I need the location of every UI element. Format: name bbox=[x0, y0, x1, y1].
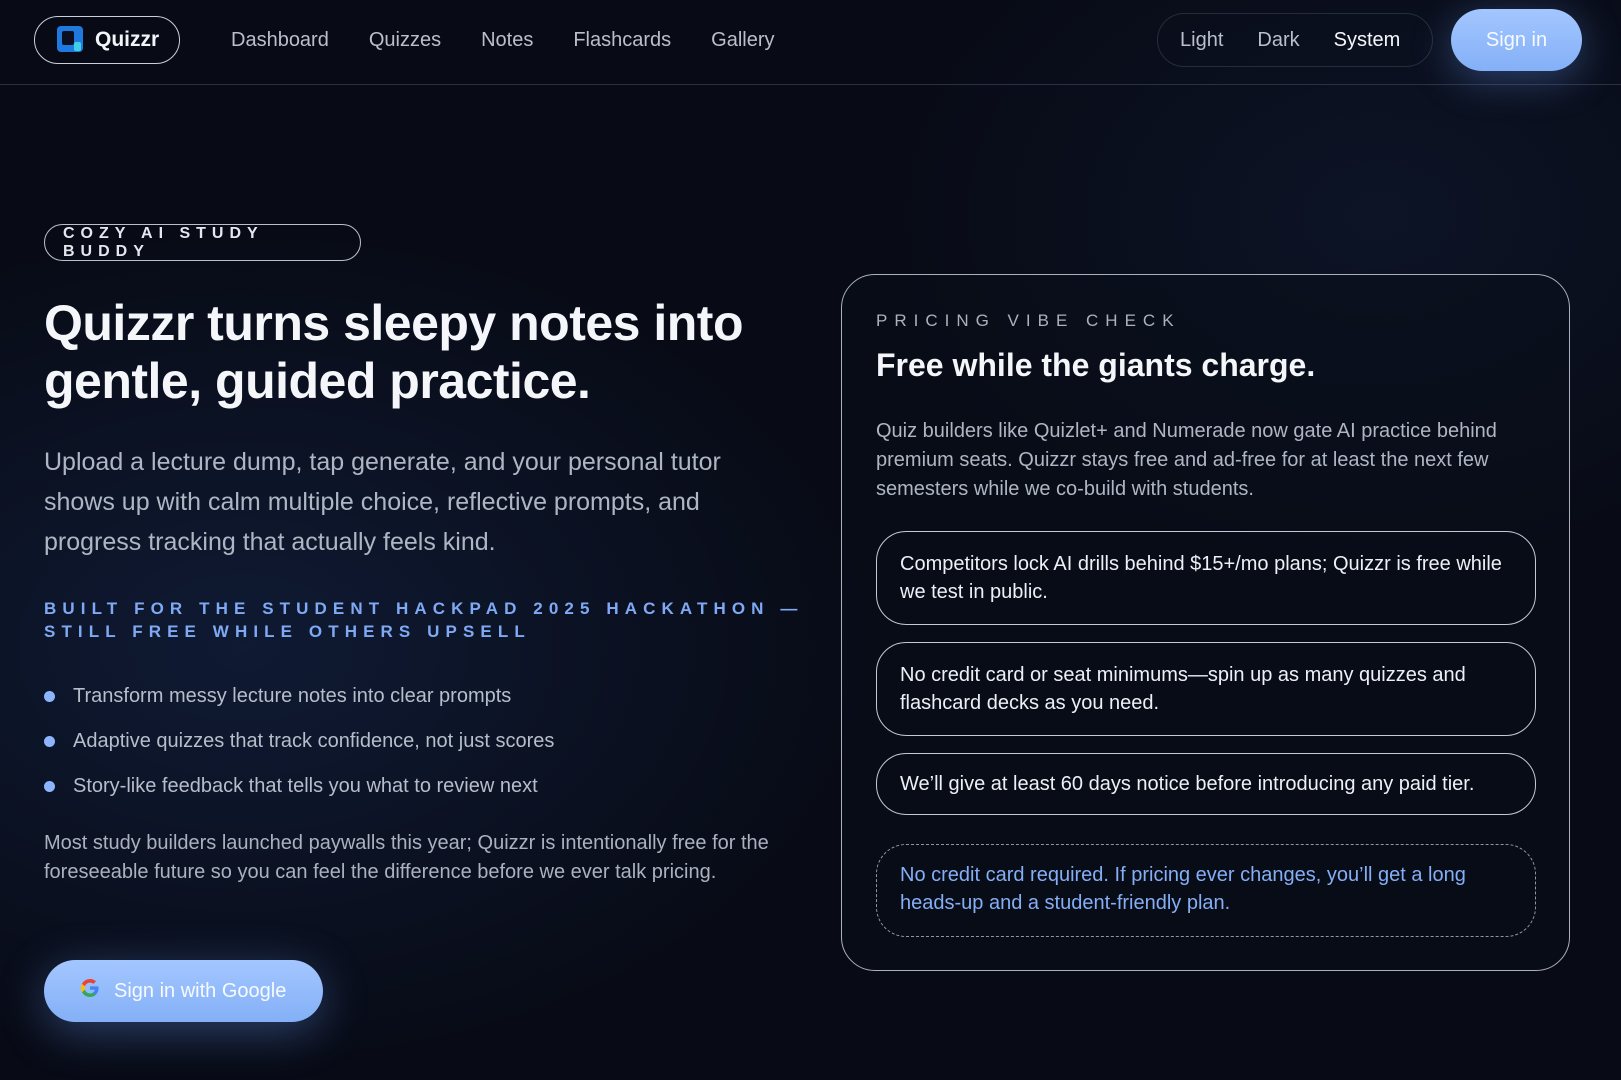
hero-badge: COZY AI STUDY BUDDY bbox=[44, 224, 361, 261]
pricing-point: Competitors lock AI drills behind $15+/m… bbox=[876, 531, 1536, 625]
pricing-description: Quiz builders like Quizlet+ and Numerade… bbox=[876, 420, 1497, 500]
google-sign-in-label: Sign in with Google bbox=[114, 979, 287, 1002]
pricing-note: No credit card required. If pricing ever… bbox=[876, 844, 1536, 937]
nav-link-dashboard[interactable]: Dashboard bbox=[231, 25, 329, 55]
hero-subtitle: Upload a lecture dump, tap generate, and… bbox=[44, 448, 721, 556]
brand-name: Quizzr bbox=[95, 28, 160, 51]
nav-link-quizzes[interactable]: Quizzes bbox=[369, 25, 441, 55]
feature-text: Story-like feedback that tells you what … bbox=[73, 775, 538, 797]
google-g-icon bbox=[80, 978, 100, 1004]
feature-text: Transform messy lecture notes into clear… bbox=[73, 685, 512, 707]
feature-list: Transform messy lecture notes into clear… bbox=[44, 674, 554, 809]
feature-item: Adaptive quizzes that track confidence, … bbox=[44, 719, 554, 764]
hero-footnote: Most study builders launched paywalls th… bbox=[44, 832, 769, 883]
hackathon-tagline: BUILT FOR THE STUDENT HACKPAD 2025 HACKA… bbox=[44, 599, 804, 641]
pricing-title: Free while the giants charge. bbox=[876, 347, 1316, 383]
pricing-points: Competitors lock AI drills behind $15+/m… bbox=[876, 531, 1536, 832]
bullet-dot-icon bbox=[44, 691, 55, 702]
quizzr-logo-icon bbox=[57, 26, 83, 54]
theme-option-dark[interactable]: Dark bbox=[1257, 29, 1299, 52]
nav-link-flashcards[interactable]: Flashcards bbox=[573, 25, 671, 55]
nav-link-notes[interactable]: Notes bbox=[481, 25, 533, 55]
feature-text: Adaptive quizzes that track confidence, … bbox=[73, 730, 555, 752]
nav-link-gallery[interactable]: Gallery bbox=[711, 25, 774, 55]
brand-logo-button[interactable]: Quizzr bbox=[34, 16, 180, 64]
theme-option-light[interactable]: Light bbox=[1180, 29, 1223, 52]
pricing-eyebrow: PRICING VIBE CHECK bbox=[876, 311, 1181, 330]
feature-item: Transform messy lecture notes into clear… bbox=[44, 674, 554, 719]
hero-title: Quizzr turns sleepy notes into gentle, g… bbox=[44, 295, 744, 409]
pricing-point: No credit card or seat minimums—spin up … bbox=[876, 642, 1536, 736]
google-sign-in-button[interactable]: Sign in with Google bbox=[44, 960, 323, 1022]
sign-in-button[interactable]: Sign in bbox=[1451, 9, 1582, 71]
theme-option-system[interactable]: System bbox=[1334, 29, 1401, 52]
theme-toggle: Light Dark System bbox=[1157, 13, 1433, 67]
pricing-card: PRICING VIBE CHECK Free while the giants… bbox=[841, 274, 1570, 971]
top-nav: Quizzr Dashboard Quizzes Notes Flashcard… bbox=[0, 0, 1621, 85]
nav-links: Dashboard Quizzes Notes Flashcards Galle… bbox=[231, 25, 815, 55]
pricing-point: We’ll give at least 60 days notice befor… bbox=[876, 753, 1536, 815]
bullet-dot-icon bbox=[44, 736, 55, 747]
feature-item: Story-like feedback that tells you what … bbox=[44, 764, 554, 809]
bullet-dot-icon bbox=[44, 781, 55, 792]
